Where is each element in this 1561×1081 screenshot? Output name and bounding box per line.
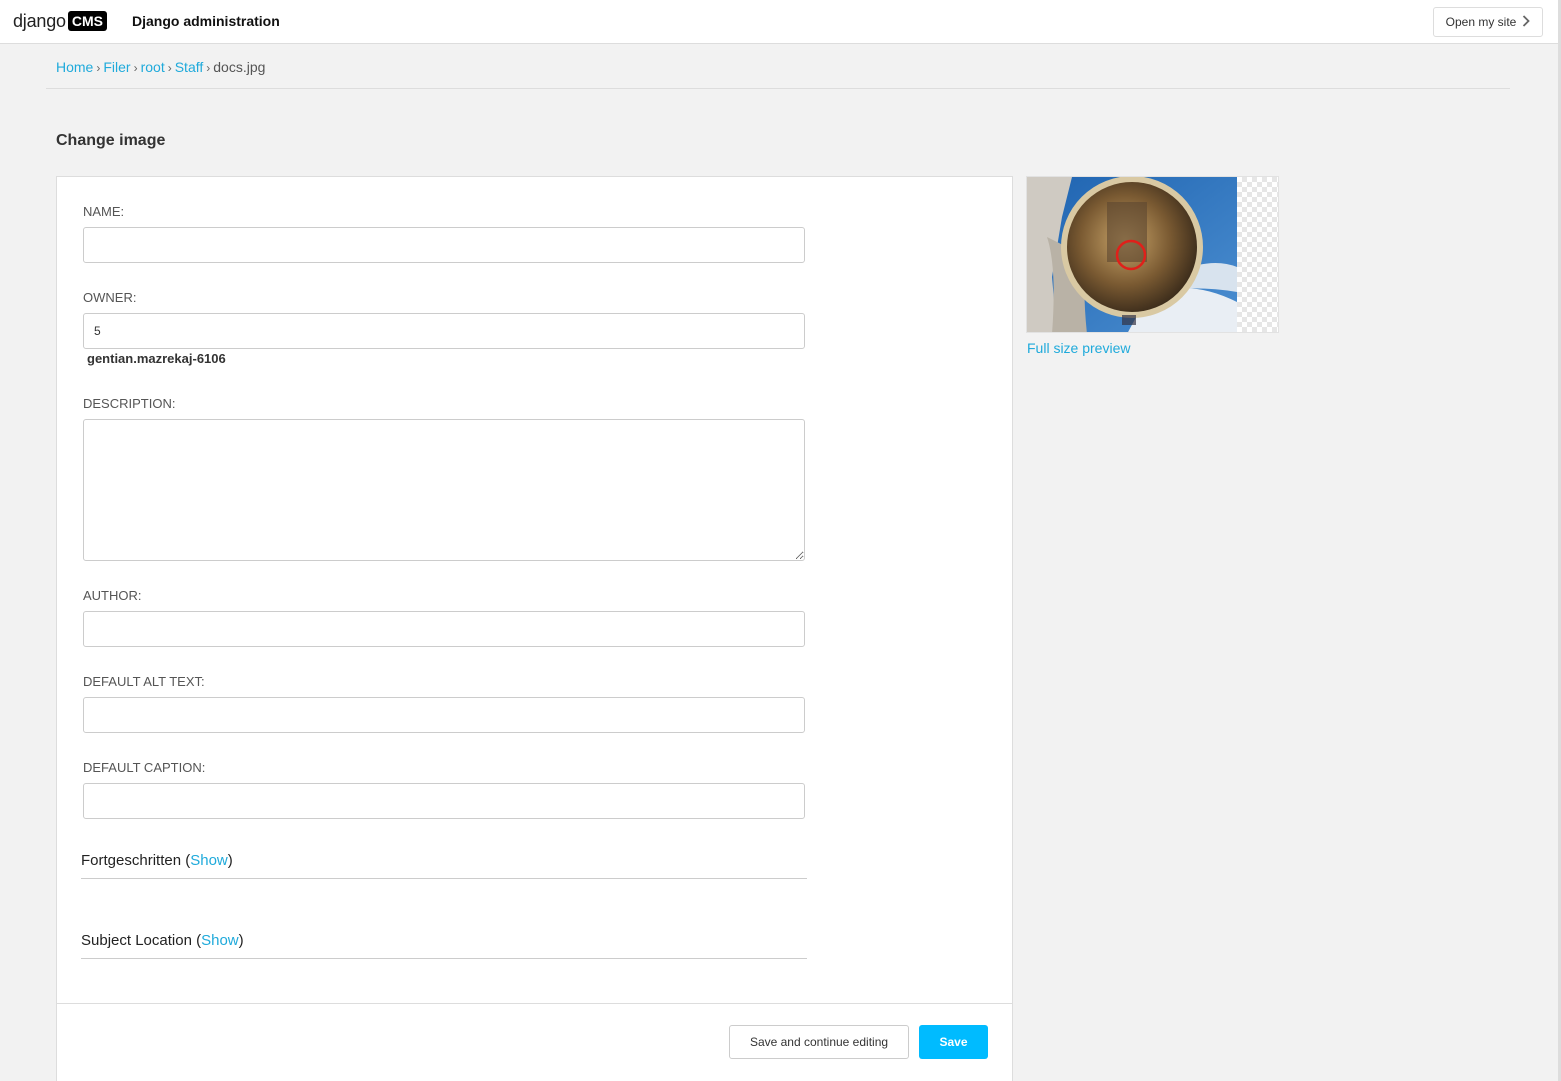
owner-input[interactable] — [83, 313, 805, 349]
name-input[interactable] — [83, 227, 805, 263]
astronaut-image — [1027, 177, 1237, 332]
default-alt-text-input[interactable] — [83, 697, 805, 733]
fieldset-divider — [81, 958, 807, 959]
default-caption-input[interactable] — [83, 783, 805, 819]
fieldset-advanced-show-link[interactable]: Show — [190, 852, 228, 869]
fieldset-advanced-label: Fortgeschritten — [81, 852, 182, 869]
site-title: Django administration — [132, 13, 280, 29]
save-and-continue-button[interactable]: Save and continue editing — [729, 1025, 909, 1059]
logo-word: django — [13, 10, 66, 31]
breadcrumb-divider — [46, 88, 1510, 89]
breadcrumb-separator: › — [167, 61, 172, 75]
breadcrumb-separator: › — [206, 61, 211, 75]
save-button[interactable]: Save — [919, 1025, 988, 1059]
fieldset-divider — [81, 878, 807, 879]
owner-display-name: gentian.mazrekaj-6106 — [87, 351, 226, 366]
owner-label: OWNER: — [83, 290, 137, 305]
top-header: django CMS Django administration Open my… — [0, 0, 1561, 44]
chevron-right-icon — [1522, 15, 1531, 29]
default-alt-text-label: DEFAULT ALT TEXT: — [83, 674, 205, 689]
default-caption-label: DEFAULT CAPTION: — [83, 760, 206, 775]
breadcrumb-separator: › — [133, 61, 138, 75]
fieldset-subject-location-label: Subject Location — [81, 932, 192, 949]
breadcrumb-home[interactable]: Home — [56, 59, 93, 75]
breadcrumb: Home › Filer › root › Staff › docs.jpg — [56, 59, 265, 75]
description-label: DESCRIPTION: — [83, 396, 176, 411]
open-my-site-label: Open my site — [1445, 15, 1517, 29]
breadcrumb-current: docs.jpg — [213, 59, 266, 75]
fieldset-subject-location-title: Subject Location (Show) — [81, 932, 244, 949]
fieldset-advanced-title: Fortgeschritten (Show) — [81, 852, 233, 869]
breadcrumb-separator: › — [96, 61, 101, 75]
logo-badge: CMS — [67, 11, 107, 31]
name-label: NAME: — [83, 204, 125, 219]
submit-row-divider — [57, 1003, 1012, 1004]
fieldset-subject-location-show-link[interactable]: Show — [201, 932, 239, 949]
page-title: Change image — [56, 132, 166, 149]
django-cms-logo[interactable]: django CMS — [13, 10, 107, 32]
full-size-preview-link[interactable]: Full size preview — [1027, 340, 1130, 356]
description-textarea[interactable] — [83, 419, 805, 561]
breadcrumb-filer[interactable]: Filer — [103, 59, 130, 75]
breadcrumb-staff[interactable]: Staff — [175, 59, 204, 75]
author-input[interactable] — [83, 611, 805, 647]
open-my-site-button[interactable]: Open my site — [1433, 7, 1543, 37]
author-label: AUTHOR: — [83, 588, 142, 603]
image-preview-thumbnail[interactable] — [1026, 176, 1279, 333]
change-image-form: NAME: OWNER: gentian.mazrekaj-6106 DESCR… — [56, 176, 1013, 1081]
breadcrumb-root[interactable]: root — [141, 59, 165, 75]
